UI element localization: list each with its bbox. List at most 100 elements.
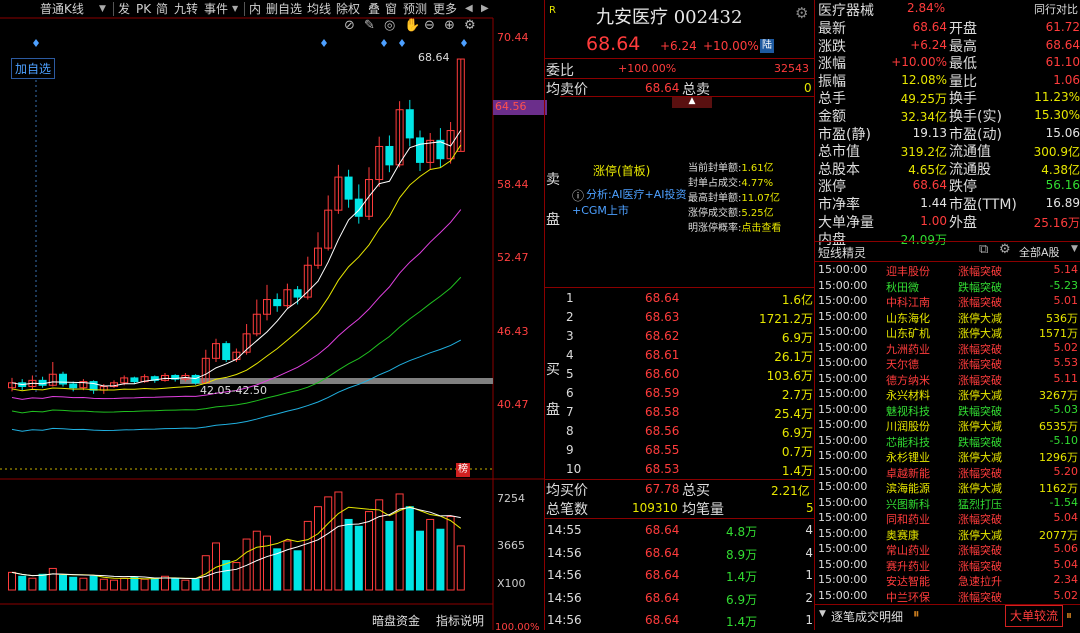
volume-bar — [59, 574, 67, 591]
bid-row[interactable]: 5 68.60 103.6万 — [545, 365, 815, 384]
pause-icon[interactable]: ⏸ — [1066, 608, 1072, 623]
candle-body — [273, 299, 282, 307]
shortline-item[interactable]: 15:00:00 天尔德 涨幅突破 5.53 — [816, 355, 1080, 371]
shortline-item[interactable]: 15:00:00 中科江南 涨幅突破 5.01 — [816, 293, 1080, 309]
rank-badge[interactable]: 榜 — [456, 463, 470, 477]
tick-row: 14:56 68.64 1.4万 1 — [545, 566, 815, 585]
volume-bar — [303, 520, 312, 591]
connect-badge: 陆 — [760, 39, 774, 53]
event-stock[interactable]: 中兰环保 — [886, 589, 930, 605]
shortline-item[interactable]: 15:00:00 兴图新科 猛烈打压 -1.54 — [816, 495, 1080, 511]
volume-bar — [354, 525, 363, 591]
chevron-down-icon[interactable]: ▼ — [1071, 244, 1078, 254]
volume-bar — [79, 577, 88, 591]
shortline-item[interactable]: 15:00:00 永兴材料 涨停大减 3267万 — [816, 386, 1080, 402]
shortline-item[interactable]: 15:00:00 魅视科技 跌幅突破 -5.03 — [816, 402, 1080, 418]
pause-icon[interactable]: ⏸ — [913, 607, 920, 622]
tick-volume: 6.9万 — [726, 592, 758, 607]
stat-row: 总市值 319.2亿 流通值 300.9亿 — [815, 141, 1080, 160]
bid-volume: 26.1万 — [774, 350, 813, 364]
bid-row[interactable]: 7 68.58 25.4万 — [545, 403, 815, 422]
event-value: 5.02 — [1053, 340, 1079, 354]
stat-val: 11.07亿 — [741, 193, 781, 204]
shortline-item[interactable]: 15:00:00 迎丰股份 涨幅突破 5.14 — [816, 262, 1080, 278]
total-bid-label: 总买 — [682, 483, 710, 499]
bid-price: 68.60 — [645, 367, 680, 381]
bid-price: 68.63 — [645, 310, 680, 324]
stat-value: 1.44 — [920, 196, 947, 210]
shortline-item[interactable]: 15:00:00 常山药业 涨幅突破 5.06 — [816, 541, 1080, 557]
event-time: 15:00:00 — [818, 278, 868, 292]
shortline-item[interactable]: 15:00:00 赛升药业 涨幅突破 5.04 — [816, 557, 1080, 573]
shortline-item[interactable]: 15:00:00 安达智能 急速拉升 2.34 — [816, 572, 1080, 588]
candle-body — [416, 137, 424, 163]
bid-row[interactable]: 10 68.53 1.4万 — [545, 460, 815, 479]
bid-row[interactable]: 4 68.61 26.1万 — [545, 346, 815, 365]
volume-bar — [140, 578, 149, 591]
volume-bar — [334, 491, 343, 591]
tick-row: 14:55 68.64 4.8万 4 — [545, 521, 815, 540]
event-time: 15:00:00 — [818, 294, 868, 307]
tick-detail-tab[interactable]: 逐笔成交明细 — [831, 608, 903, 625]
shortline-item[interactable]: 15:00:00 芯能科技 跌幅突破 -5.10 — [816, 433, 1080, 449]
shortline-item[interactable]: 15:00:00 奥赛康 涨停大减 2077万 — [816, 526, 1080, 542]
event-time: 15:00:00 — [818, 464, 868, 478]
volume-bar — [181, 579, 190, 591]
weibi-label: 委比 — [546, 63, 574, 79]
collapse-up-icon[interactable]: ▲ — [672, 96, 712, 108]
peer-compare-link[interactable]: 同行对比 — [1034, 1, 1078, 17]
shortline-item[interactable]: 15:00:00 卓越新能 涨幅突破 5.20 — [816, 464, 1080, 480]
limit-up-prob-link[interactable]: 点击查看 — [741, 223, 781, 234]
divider — [545, 287, 815, 288]
tick-price: 68.64 — [645, 568, 680, 582]
volume-bar — [191, 578, 200, 591]
dark-pool-button[interactable]: 暗盘资金 — [372, 612, 420, 629]
price-axis-label: 46.43 — [497, 325, 529, 338]
stat-value: 12.08% — [901, 72, 947, 87]
gear-icon[interactable]: ⚙ — [999, 242, 1011, 257]
tick-volume: 8.9万 — [726, 547, 758, 562]
stat-value: 19.13 — [912, 125, 947, 140]
shortline-item[interactable]: 15:00:00 同和药业 涨幅突破 5.04 — [816, 510, 1080, 526]
add-watchlist-button[interactable]: 加自选 — [11, 58, 56, 79]
shortline-item[interactable]: 15:00:00 川润股份 涨停大减 6535万 — [816, 417, 1080, 433]
bid-row[interactable]: 8 68.56 6.9万 — [545, 422, 815, 441]
stat-row: 总股本 4.65亿 流通股 4.38亿 — [815, 159, 1080, 178]
shortline-item[interactable]: 15:00:00 九洲药业 涨幅突破 5.02 — [816, 340, 1080, 356]
bid-row[interactable]: 3 68.62 6.9万 — [545, 327, 815, 346]
bid-price: 68.64 — [645, 291, 680, 305]
bid-row[interactable]: 2 68.63 1721.2万 — [545, 308, 815, 327]
shortline-item[interactable]: 15:00:00 山东海化 涨停大减 536万 — [816, 309, 1080, 325]
bid-row[interactable]: 1 68.64 1.6亿 — [545, 289, 815, 308]
shortline-item[interactable]: 15:00:00 山东矿机 涨停大减 1571万 — [816, 324, 1080, 340]
event-time: 15:00:00 — [818, 402, 868, 416]
volume-bar — [120, 577, 129, 591]
volume-bar — [232, 562, 241, 591]
gear-icon[interactable]: ⚙ — [795, 4, 808, 22]
kline-chart[interactable] — [0, 0, 545, 630]
volume-bar — [263, 535, 271, 591]
shortline-item[interactable]: 15:00:00 中兰环保 涨幅突破 5.02 — [816, 588, 1080, 604]
tick-count: 2 — [805, 590, 813, 605]
shortline-item[interactable]: 15:00:00 德方纳米 涨幅突破 5.11 — [816, 371, 1080, 387]
scope-select[interactable]: 全部A股 — [1019, 244, 1060, 260]
event-time: 15:00:00 — [818, 356, 868, 369]
shortline-item[interactable]: 15:00:00 永杉锂业 涨停大减 1296万 — [816, 448, 1080, 464]
shortline-item[interactable]: 15:00:00 秋田微 跌幅突破 -5.23 — [816, 278, 1080, 294]
big-order-flow-button[interactable]: 大单较流 — [1005, 605, 1063, 627]
price-change-pct: +10.00% — [703, 39, 759, 53]
bid-row[interactable]: 6 68.59 2.7万 — [545, 384, 815, 403]
indicator-help-button[interactable]: 指标说明 — [436, 612, 484, 629]
bid-row[interactable]: 9 68.55 0.7万 — [545, 441, 815, 460]
sector-name[interactable]: 医疗器械 — [818, 0, 874, 20]
volume-axis-label: 7254 — [497, 492, 525, 505]
volume-bar — [273, 548, 282, 591]
volume-bar — [365, 511, 373, 591]
shortline-item[interactable]: 15:00:00 滨海能源 涨停大减 1162万 — [816, 479, 1080, 495]
analysis-text[interactable]: 分析:AI医疗+AI投资+CGM上市 — [572, 187, 687, 219]
chevron-down-icon[interactable]: ▼ — [819, 609, 826, 619]
popout-icon[interactable]: ⧉ — [979, 242, 988, 257]
volume-bar — [324, 496, 333, 591]
last-price: 68.64 — [586, 33, 641, 55]
stat-value: 68.64 — [912, 178, 947, 193]
